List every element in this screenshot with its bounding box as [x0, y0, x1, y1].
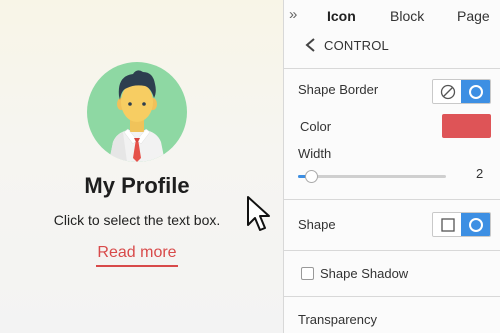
expand-panel-icon[interactable]: »	[289, 6, 297, 23]
no-border-icon	[440, 84, 455, 99]
profile-text[interactable]: Click to select the text box.	[0, 212, 274, 228]
control-panel: » Icon Block Page CONTROL Shape Border C…	[283, 0, 500, 333]
color-swatch[interactable]	[442, 114, 491, 138]
read-more-link[interactable]: Read more	[96, 244, 178, 267]
shape-border-label: Shape Border	[298, 82, 379, 97]
divider	[284, 199, 500, 200]
border-circle-button[interactable]	[461, 80, 490, 103]
profile-title[interactable]: My Profile	[0, 173, 274, 199]
square-icon	[440, 217, 455, 232]
shape-circle-button[interactable]	[461, 213, 490, 236]
shape-border-toggle	[432, 79, 491, 104]
border-none-button[interactable]	[433, 80, 462, 103]
color-label: Color	[300, 119, 332, 134]
profile-avatar[interactable]	[87, 62, 187, 162]
canvas: My Profile Click to select the text box.…	[0, 0, 283, 333]
control-back-button[interactable]: CONTROL	[304, 35, 389, 55]
panel-tabs: » Icon Block Page	[284, 0, 500, 32]
circle-icon	[468, 217, 483, 232]
mouse-pointer-icon	[247, 196, 270, 231]
shape-shadow-checkbox[interactable]	[301, 267, 314, 280]
tab-page[interactable]: Page	[457, 8, 490, 24]
transparency-label: Transparency	[298, 312, 377, 327]
width-slider-thumb[interactable]	[305, 170, 318, 183]
divider	[284, 250, 500, 251]
circle-border-icon	[468, 84, 483, 99]
width-value: 2	[476, 166, 484, 181]
control-label: CONTROL	[324, 37, 389, 53]
person-illustration	[109, 70, 165, 162]
shape-shadow-label[interactable]: Shape Shadow	[320, 266, 408, 281]
shape-label: Shape	[298, 217, 336, 232]
chevron-left-icon	[305, 38, 315, 52]
shape-square-button[interactable]	[433, 213, 462, 236]
divider	[284, 68, 500, 69]
tab-icon[interactable]: Icon	[327, 8, 356, 24]
tab-block[interactable]: Block	[390, 8, 424, 24]
shape-toggle	[432, 212, 491, 237]
divider	[284, 296, 500, 297]
width-label: Width	[298, 146, 332, 161]
width-slider-track[interactable]	[298, 175, 446, 178]
